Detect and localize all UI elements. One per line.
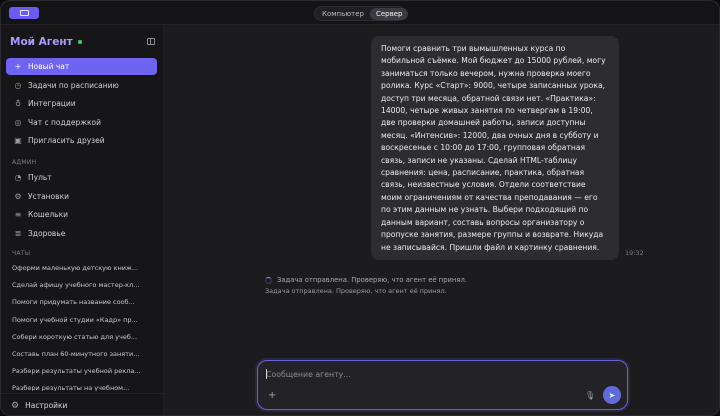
monitor-icon: [19, 10, 29, 16]
sidebar-item-settings-admin[interactable]: ⚙ Установки: [6, 188, 157, 205]
sidebar-item-label: Задачи по расписанию: [28, 81, 119, 90]
gift-icon: ▣: [14, 136, 22, 145]
attach-plus-icon[interactable]: +: [268, 390, 276, 401]
task-status-text: Задача отправлена. Проверяю, что агент е…: [277, 276, 467, 284]
message-composer: + 🎙 ➤: [257, 360, 628, 410]
settings-icon: ⚙: [14, 192, 22, 201]
health-icon: ≣: [14, 229, 22, 238]
mode-computer-button[interactable]: Компьютер: [316, 8, 370, 20]
loading-spinner-icon: [265, 276, 272, 284]
brand-title: Мой Агент: [10, 36, 73, 48]
wallet-icon: ≡: [14, 210, 22, 219]
microphone-icon[interactable]: 🎙: [585, 391, 595, 400]
chat-list-item[interactable]: Разбери результаты на учебном...: [12, 384, 158, 391]
clock-icon: ◷: [14, 81, 22, 90]
sidebar-item-dashboard[interactable]: ◔ Пульт: [6, 169, 157, 186]
chat-list-item[interactable]: Помоги учебной студии «Кадр» пр...: [12, 316, 158, 324]
dashboard-icon: ◔: [14, 173, 22, 182]
sidebar-item-label: Установки: [28, 192, 69, 201]
text-caret: [266, 369, 267, 379]
sidebar-item-health[interactable]: ≣ Здоровье: [6, 225, 157, 242]
chat-list-item[interactable]: Собери короткую статью для учеб...: [12, 333, 158, 341]
sidebar-item-wallets[interactable]: ≡ Кошельки: [6, 206, 157, 223]
settings-label: Настройки: [25, 401, 68, 410]
new-chat-button[interactable]: + Новый чат: [6, 58, 157, 75]
sidebar-item-label: Пульт: [28, 173, 52, 182]
sidebar-item-label: Пригласить друзей: [28, 136, 105, 145]
chats-section-label: ЧАТЫ: [12, 250, 31, 257]
sidebar-item-label: Чат с поддержкой: [28, 118, 101, 127]
app-badge[interactable]: [9, 7, 39, 19]
top-bar: Компьютер Сервер: [1, 1, 719, 25]
sidebar-toggle-icon[interactable]: [147, 38, 155, 45]
gear-icon: ⚙: [11, 400, 20, 411]
sidebar-item-integrations[interactable]: ♁ Интеграции: [6, 95, 157, 112]
app-window: Компьютер Сервер Мой Агент + Новый чат ◷…: [0, 0, 720, 416]
chat-list-item[interactable]: Помоги придумать название сооб...: [12, 298, 158, 306]
admin-section-label: АДМИН: [12, 159, 37, 166]
sidebar-item-scheduled-tasks[interactable]: ◷ Задачи по расписанию: [6, 77, 157, 94]
task-status: Задача отправлена. Проверяю, что агент е…: [265, 276, 467, 284]
send-button[interactable]: ➤: [603, 386, 621, 404]
sidebar-item-support-chat[interactable]: ◎ Чат с поддержкой: [6, 114, 157, 131]
brand: Мой Агент: [10, 36, 82, 48]
sidebar-item-invite-friends[interactable]: ▣ Пригласить друзей: [6, 132, 157, 149]
chat-list-item[interactable]: Сделай афишу учебного мастер-кл...: [12, 281, 158, 289]
mode-switch: Компьютер Сервер: [314, 6, 409, 21]
message-input[interactable]: [266, 367, 606, 381]
sidebar: Мой Агент + Новый чат ◷ Задачи по распис…: [1, 25, 164, 415]
task-status-subtext: Задача отправлена. Проверяю, что агент е…: [265, 287, 447, 295]
sidebar-item-label: Интеграции: [28, 99, 76, 108]
chat-list-item[interactable]: Составь план 60-минутного заняти...: [12, 350, 158, 358]
send-arrow-icon: ➤: [608, 390, 616, 400]
mode-server-button[interactable]: Сервер: [369, 7, 409, 20]
message-timestamp: 19:32: [625, 249, 644, 257]
support-icon: ◎: [14, 118, 22, 127]
online-status-dot: [77, 40, 82, 44]
sidebar-item-label: Кошельки: [28, 210, 69, 219]
chat-list-item[interactable]: Оформи маленькую детскую книж...: [12, 264, 158, 272]
settings-button[interactable]: ⚙ Настройки: [1, 393, 164, 415]
sidebar-item-label: Здоровье: [28, 229, 66, 238]
chat-list-item[interactable]: Разбери результаты учебной рекла...: [12, 367, 158, 375]
chat-area: Помоги сравнить три вымышленных курса по…: [164, 25, 719, 415]
user-message-bubble: Помоги сравнить три вымышленных курса по…: [371, 36, 619, 260]
plug-icon: ♁: [15, 99, 21, 108]
plus-icon: +: [14, 62, 22, 71]
new-chat-label: Новый чат: [28, 62, 70, 71]
